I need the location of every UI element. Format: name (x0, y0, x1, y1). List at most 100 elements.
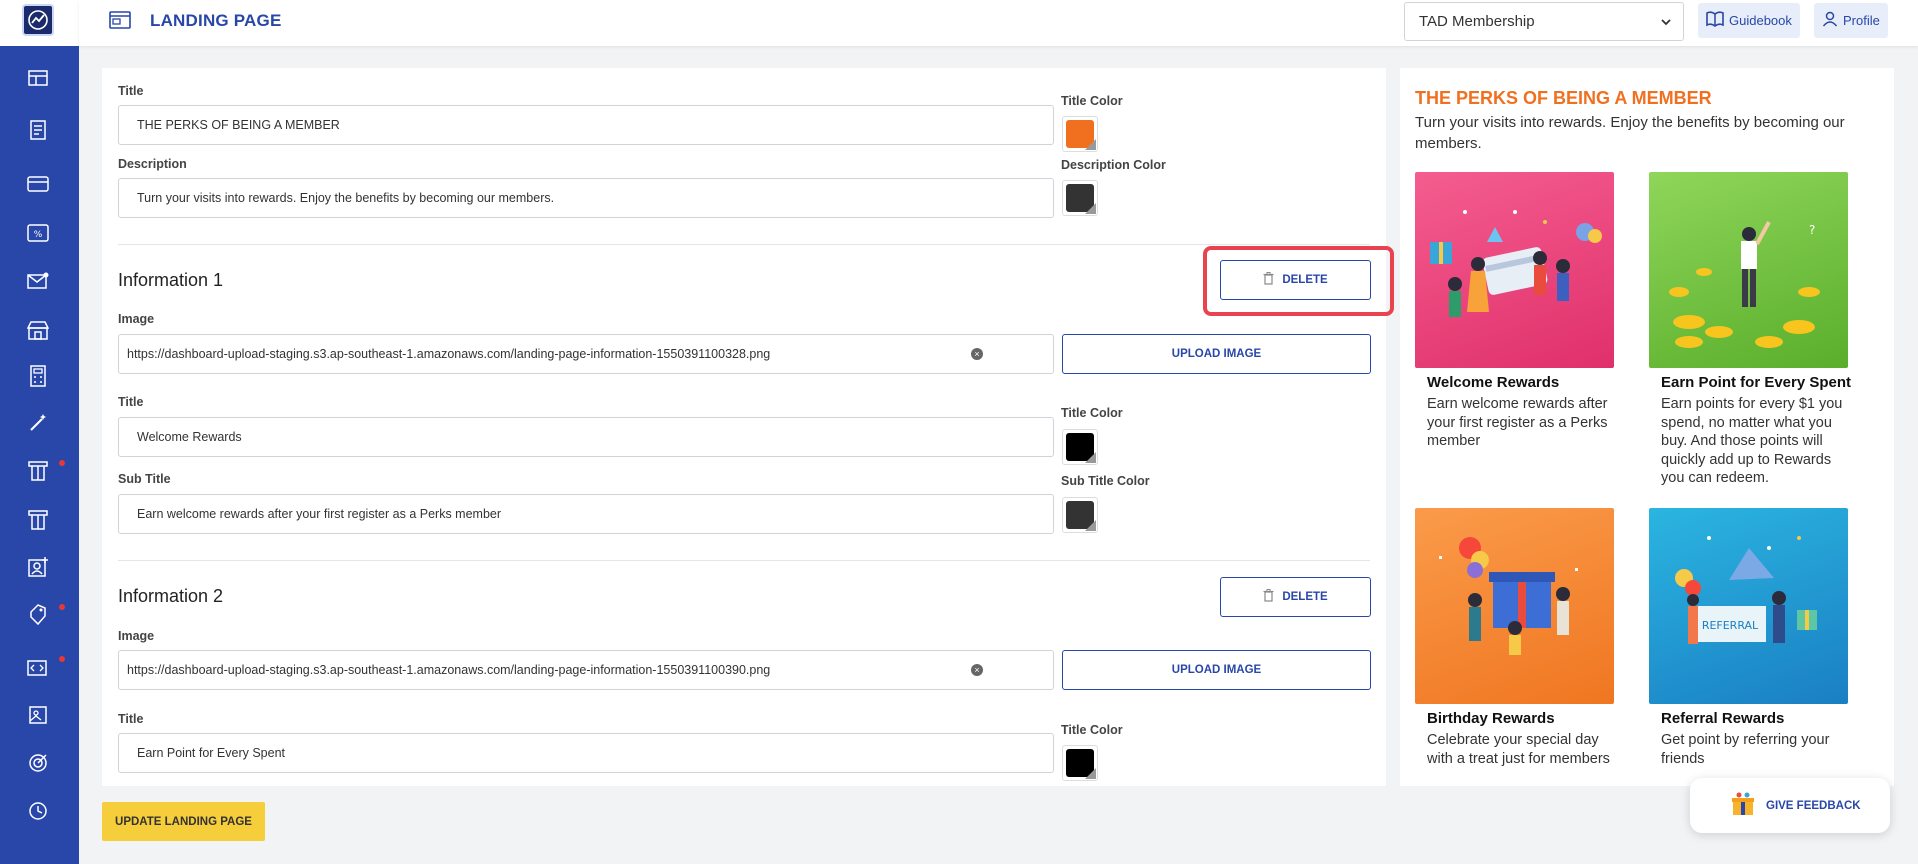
trash-icon (1263, 589, 1274, 605)
calculator-icon[interactable] (26, 364, 50, 388)
give-feedback-button[interactable]: GIVE FEEDBACK (1690, 778, 1890, 833)
membership-select-value: TAD Membership (1419, 13, 1535, 30)
birthday-rewards-image (1415, 508, 1614, 704)
preview-title: THE PERKS OF BEING A MEMBER (1415, 88, 1712, 108)
upload-image-label: UPLOAD IMAGE (1171, 348, 1262, 360)
notification-dot (59, 604, 65, 610)
upload-image-2-button[interactable]: UPLOAD IMAGE (1062, 650, 1371, 690)
tag-icon[interactable] (26, 603, 50, 627)
image-url-value: https://dashboard-upload-staging.s3.ap-s… (127, 663, 771, 677)
subtitle-color-label: Sub Title Color (1061, 474, 1150, 488)
image-label: Image (118, 312, 155, 326)
info-1-subtitle-color-picker[interactable] (1062, 497, 1098, 533)
svg-text:%: % (34, 230, 43, 240)
image-label: Image (118, 629, 155, 643)
target-icon[interactable] (26, 751, 50, 775)
preview-card-subtitle: Celebrate your special day with a treat … (1427, 732, 1610, 767)
welcome-rewards-image (1415, 172, 1614, 368)
referral-sign-text: REFERRAL (1702, 619, 1759, 632)
image-url-input-2[interactable]: https://dashboard-upload-staging.s3.ap-s… (118, 650, 1054, 690)
document-icon[interactable] (26, 118, 50, 142)
mail-icon[interactable] (26, 269, 50, 293)
delete-information-2-button[interactable]: DELETE (1220, 577, 1371, 617)
divider (118, 560, 1370, 561)
description-label: Description (118, 157, 187, 171)
discount-icon[interactable]: % (26, 221, 50, 245)
card-icon[interactable] (26, 172, 50, 196)
delete-information-1-button[interactable]: DELETE (1220, 260, 1371, 300)
trash-icon (1263, 272, 1274, 288)
gift-icon (1730, 791, 1756, 820)
sidebar: % (0, 0, 79, 864)
description-input[interactable]: Turn your visits into rewards. Enjoy the… (118, 178, 1054, 218)
title-color-picker[interactable] (1062, 116, 1098, 152)
user-add-icon[interactable] (26, 555, 50, 579)
info-title-label: Title (118, 712, 144, 726)
image-url-value: https://dashboard-upload-staging.s3.ap-s… (127, 347, 771, 361)
upload-image-1-button[interactable]: UPLOAD IMAGE (1062, 334, 1371, 374)
profile-button[interactable]: Profile (1814, 3, 1888, 38)
preview-card-title: Earn Point for Every Spent (1661, 374, 1852, 391)
magic-wand-icon[interactable] (26, 411, 50, 435)
preview-card-subtitle: Get point by referring your friends (1661, 732, 1830, 767)
book-icon (1706, 11, 1724, 30)
divider (118, 244, 1370, 245)
give-feedback-label: GIVE FEEDBACK (1766, 799, 1861, 812)
preview-card-title: Birthday Rewards (1427, 710, 1555, 727)
description-color-picker[interactable] (1062, 180, 1098, 216)
voucher-icon[interactable] (26, 459, 50, 483)
preview-card-title: Welcome Rewards (1427, 374, 1560, 391)
title-color-swatch (1066, 120, 1096, 150)
preview-description: Turn your visits into rewards. Enjoy the… (1415, 114, 1845, 152)
profile-label: Profile (1843, 13, 1880, 28)
info-title-color-label: Title Color (1061, 406, 1123, 420)
info-title-label: Title (118, 395, 144, 409)
information-2-heading: Information 2 (118, 586, 224, 606)
preview-card-title: Referral Rewards (1661, 710, 1785, 727)
image-url-input-1[interactable]: https://dashboard-upload-staging.s3.ap-s… (118, 334, 1054, 374)
info-1-subtitle-color-swatch (1066, 501, 1096, 531)
landing-page-preview: THE PERKS OF BEING A MEMBER Turn your vi… (1400, 68, 1894, 786)
dashboard-icon[interactable] (26, 66, 50, 90)
clear-icon[interactable]: × (971, 348, 983, 360)
info-2-title-color-picker[interactable] (1062, 745, 1098, 781)
guidebook-button[interactable]: Guidebook (1698, 3, 1800, 38)
subtitle-label: Sub Title (118, 472, 171, 486)
delete-label: DELETE (1282, 591, 1328, 603)
update-landing-page-button[interactable]: UPDATE LANDING PAGE (102, 802, 265, 841)
information-1-heading: Information 1 (118, 270, 224, 290)
upload-image-label: UPLOAD IMAGE (1171, 664, 1262, 676)
history-icon[interactable] (26, 799, 50, 823)
preview-card-subtitle: Earn points for every $1 you spend, no m… (1661, 396, 1843, 486)
preview-card-subtitle: Earn welcome rewards after your first re… (1427, 396, 1608, 449)
svg-text:?: ? (1809, 223, 1815, 237)
top-header: LANDING PAGE TAD Membership Guidebook Pr… (79, 0, 1918, 46)
description-color-label: Description Color (1061, 158, 1166, 172)
title-label: Title (118, 84, 144, 98)
membership-select[interactable]: TAD Membership (1404, 2, 1684, 41)
voucher-alt-icon[interactable] (26, 508, 50, 532)
landing-page-form: Title THE PERKS OF BEING A MEMBER Title … (102, 68, 1386, 786)
description-color-swatch (1066, 184, 1096, 214)
info-2-title-color-swatch (1066, 749, 1096, 779)
info-1-title-input[interactable]: Welcome Rewards (118, 417, 1054, 457)
page-title: LANDING PAGE (150, 11, 282, 30)
app-logo[interactable] (22, 4, 54, 36)
info-1-title-color-swatch (1066, 433, 1096, 463)
referral-rewards-image: REFERRAL (1649, 508, 1848, 704)
clear-icon[interactable]: × (971, 664, 983, 676)
info-1-subtitle-input[interactable]: Earn welcome rewards after your first re… (118, 494, 1054, 534)
store-icon[interactable] (26, 318, 50, 342)
delete-label: DELETE (1282, 274, 1328, 286)
info-title-color-label: Title Color (1061, 723, 1123, 737)
gallery-icon[interactable] (26, 704, 50, 728)
earn-point-image: ? (1649, 172, 1848, 368)
title-input[interactable]: THE PERKS OF BEING A MEMBER (118, 105, 1054, 145)
notification-dot (59, 656, 65, 662)
title-color-label: Title Color (1061, 94, 1123, 108)
notification-dot (59, 460, 65, 466)
info-1-title-color-picker[interactable] (1062, 429, 1098, 465)
guidebook-label: Guidebook (1729, 13, 1792, 28)
info-2-title-input[interactable]: Earn Point for Every Spent (118, 733, 1054, 773)
code-icon[interactable] (26, 656, 50, 680)
